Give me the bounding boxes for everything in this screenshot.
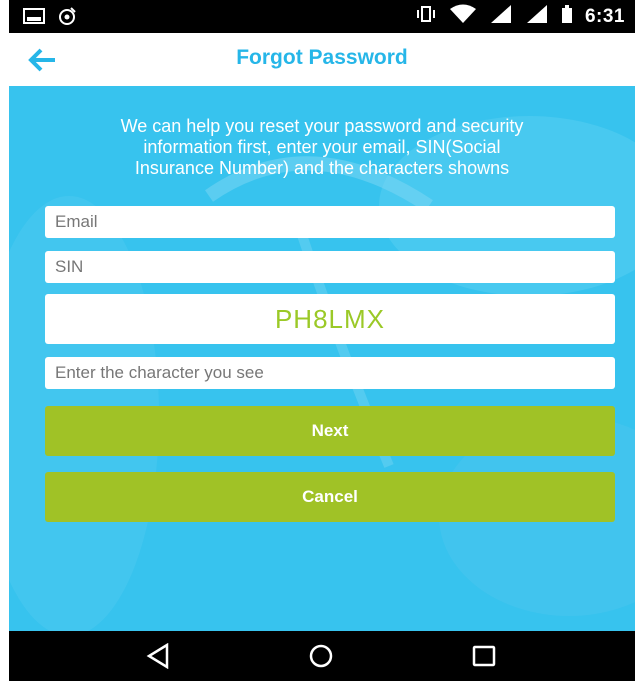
intro-text: We can help you reset your password and … bbox=[9, 116, 635, 179]
status-left-icons bbox=[23, 6, 77, 31]
status-bar: 6:31 bbox=[9, 0, 635, 33]
battery-icon bbox=[561, 4, 573, 29]
captcha-display: PH8LMX bbox=[45, 294, 615, 344]
intro-line-3: Insurance Number) and the characters sho… bbox=[134, 158, 510, 178]
next-button[interactable]: Next bbox=[45, 406, 615, 456]
email-field[interactable]: Email bbox=[45, 206, 615, 238]
intro-line-1: We can help you reset your password and … bbox=[120, 116, 524, 136]
image-notification-icon bbox=[23, 7, 45, 30]
page-title: Forgot Password bbox=[236, 46, 408, 69]
signal-icon bbox=[489, 4, 513, 29]
app-bar: Forgot Password bbox=[9, 33, 635, 86]
status-right-icons: 6:31 bbox=[415, 4, 625, 29]
recents-square-icon[interactable] bbox=[471, 643, 497, 674]
status-time: 6:31 bbox=[584, 5, 625, 27]
phone-screen: 6:31 Forgot Password We can help you res… bbox=[9, 0, 635, 681]
wifi-icon bbox=[449, 4, 477, 29]
cancel-button[interactable]: Cancel bbox=[45, 472, 615, 522]
form-content: We can help you reset your password and … bbox=[9, 86, 635, 631]
radio-notification-icon bbox=[57, 6, 77, 31]
back-triangle-icon[interactable] bbox=[146, 642, 170, 674]
signal-icon-2 bbox=[525, 4, 549, 29]
home-circle-icon[interactable] bbox=[307, 643, 335, 674]
vibrate-icon bbox=[415, 4, 437, 29]
navigation-bar bbox=[9, 631, 635, 681]
captcha-input[interactable]: Enter the character you see bbox=[45, 357, 615, 389]
intro-line-2: information first, enter your email, SIN… bbox=[143, 137, 501, 157]
sin-field[interactable]: SIN bbox=[45, 251, 615, 283]
